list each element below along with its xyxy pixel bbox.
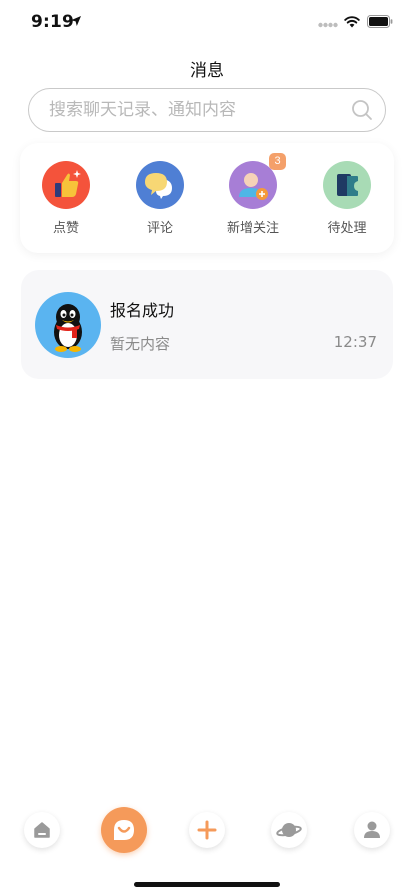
category-label: 新增关注	[226, 221, 279, 236]
penguin-avatar-icon	[35, 292, 101, 358]
category-label: 评论	[146, 221, 173, 236]
message-item[interactable]: 报名成功 暂无内容 12:37	[21, 270, 393, 379]
search-icon[interactable]	[351, 99, 373, 121]
person-icon	[364, 821, 380, 838]
category-new-followers[interactable]: 3 新增关注	[208, 153, 298, 241]
category-comments[interactable]: 评论	[115, 161, 205, 241]
tab-home[interactable]	[24, 812, 60, 848]
tab-discover[interactable]	[271, 812, 307, 848]
notification-categories: 点赞 评论 3 新增关注 待处理	[20, 143, 394, 253]
message-title: 报名成功	[110, 301, 175, 320]
tab-messages[interactable]	[101, 807, 147, 853]
pending-card-icon	[323, 161, 371, 209]
comment-bubbles-icon	[136, 161, 184, 209]
status-time: 9:19	[31, 12, 75, 32]
page-title: 消息	[190, 61, 224, 81]
category-label: 待处理	[327, 221, 367, 236]
home-indicator[interactable]	[134, 882, 280, 887]
tab-profile[interactable]	[354, 812, 390, 848]
new-followers-badge: 3	[269, 153, 286, 170]
category-pending[interactable]: 待处理	[302, 161, 392, 241]
plus-icon	[197, 820, 217, 840]
smile-chat-icon	[114, 820, 134, 840]
category-likes[interactable]: 点赞	[21, 161, 111, 241]
message-preview: 暂无内容	[110, 335, 171, 353]
planet-icon	[276, 823, 302, 837]
home-icon	[34, 822, 50, 838]
wifi-icon	[344, 16, 360, 28]
battery-icon	[367, 15, 393, 28]
thumbs-up-icon	[42, 161, 90, 209]
location-arrow-icon	[71, 16, 81, 26]
message-time: 12:37	[333, 333, 377, 351]
search-input[interactable]	[49, 89, 339, 130]
category-label: 点赞	[52, 221, 79, 236]
tab-bar	[0, 800, 414, 860]
signal-icon	[318, 22, 338, 28]
status-bar: 9:19	[0, 0, 414, 44]
tab-add[interactable]	[189, 812, 225, 848]
search-bar[interactable]	[28, 88, 386, 132]
